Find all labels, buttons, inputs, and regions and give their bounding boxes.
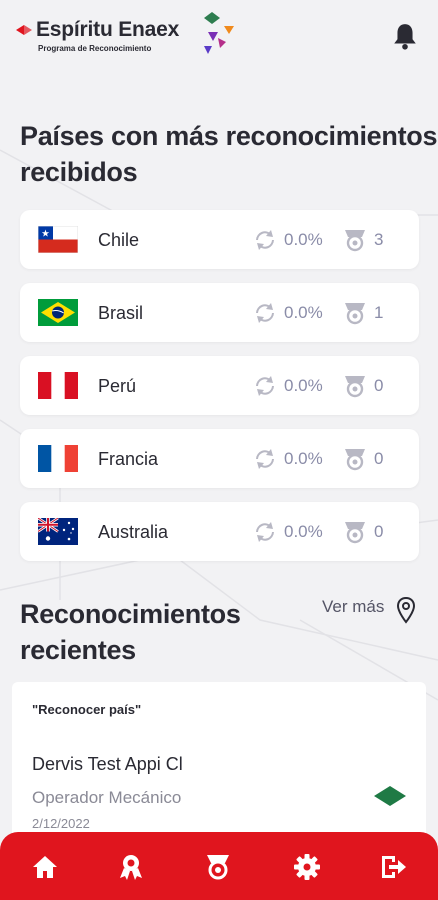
- recipient-role: Operador Mecánico: [32, 788, 182, 807]
- country-count: 0: [374, 522, 384, 541]
- recent-title-line2: recientes: [20, 635, 136, 665]
- australia-flag-icon: [38, 518, 78, 545]
- country-card-peru[interactable]: Perú 0.0% 0: [20, 356, 419, 415]
- refresh-icon: [256, 303, 274, 323]
- chile-flag-icon: [38, 226, 78, 253]
- ver-mas-link[interactable]: Ver más: [322, 597, 384, 617]
- country-percentage: 0.0%: [284, 303, 323, 322]
- logo-mark-icon: [16, 25, 32, 35]
- recipient-name: Dervis Test Appi Cl: [32, 754, 183, 774]
- country-name: Chile: [98, 230, 140, 250]
- home-icon[interactable]: [30, 852, 60, 882]
- brazil-flag-icon: [38, 299, 78, 326]
- country-name: Australia: [98, 522, 169, 542]
- country-card-brasil[interactable]: Brasil 0.0% 1: [20, 283, 419, 342]
- gear-icon[interactable]: [292, 852, 322, 882]
- recent-section-title: Reconocimientos recientes: [20, 596, 241, 668]
- medal-icon: [345, 303, 365, 325]
- refresh-icon: [256, 376, 274, 396]
- medal-icon[interactable]: [203, 852, 233, 882]
- refresh-icon: [256, 230, 274, 250]
- recent-title-line1: Reconocimientos: [20, 599, 241, 629]
- medal-icon: [345, 376, 365, 398]
- peru-flag-icon: [38, 372, 78, 399]
- medal-icon: [345, 522, 365, 544]
- recognition-type: "Reconocer país": [32, 702, 142, 717]
- medal-icon: [345, 230, 365, 252]
- logo-decoration-icon: [204, 12, 234, 54]
- bell-icon[interactable]: [392, 22, 418, 50]
- logout-icon[interactable]: [378, 852, 408, 882]
- medal-icon: [345, 449, 365, 471]
- recognition-date: 2/12/2022: [32, 816, 90, 831]
- countries-title-line1: Países con más reconocimientos: [20, 121, 438, 151]
- app-header: Espíritu Enaex Programa de Reconocimient…: [0, 0, 438, 70]
- country-card-australia[interactable]: Australia 0.0% 0: [20, 502, 419, 561]
- countries-list: Chile 0.0% 3 Brasil 0.0% 1 Perú 0.0% 0 F…: [20, 210, 419, 575]
- country-percentage: 0.0%: [284, 449, 323, 468]
- refresh-icon: [256, 522, 274, 542]
- country-card-chile[interactable]: Chile 0.0% 3: [20, 210, 419, 269]
- country-count: 3: [374, 230, 384, 249]
- france-flag-icon: [38, 445, 78, 472]
- country-card-francia[interactable]: Francia 0.0% 0: [20, 429, 419, 488]
- brand-subtitle: Programa de Reconocimiento: [38, 44, 152, 53]
- country-name: Brasil: [98, 303, 144, 323]
- country-count: 0: [374, 376, 384, 395]
- brand-logo[interactable]: Espíritu Enaex Programa de Reconocimient…: [16, 12, 236, 64]
- brand-title: Espíritu Enaex: [36, 18, 180, 41]
- country-count: 1: [374, 303, 384, 322]
- country-percentage: 0.0%: [284, 522, 323, 541]
- bottom-navigation: [0, 832, 438, 900]
- country-percentage: 0.0%: [284, 376, 323, 395]
- award-icon[interactable]: [116, 852, 146, 882]
- refresh-icon: [256, 449, 274, 469]
- country-name: Francia: [98, 449, 159, 469]
- countries-title-line2: recibidos: [20, 157, 138, 187]
- location-pin-icon[interactable]: [396, 596, 416, 624]
- countries-section-title: Países con más reconocimientos recibidos: [20, 118, 437, 190]
- country-percentage: 0.0%: [284, 230, 323, 249]
- brazil-flag-icon: [374, 786, 406, 806]
- country-name: Perú: [98, 376, 137, 396]
- country-count: 0: [374, 449, 384, 468]
